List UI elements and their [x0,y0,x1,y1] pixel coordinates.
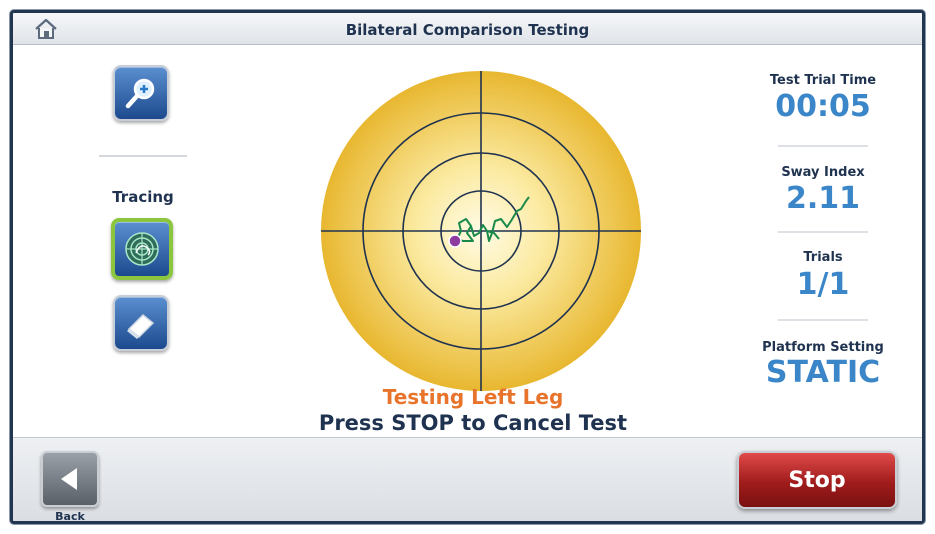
stop-button[interactable]: Stop [737,451,897,509]
back-arrow-icon [61,468,77,490]
erase-trace-button[interactable] [113,295,169,351]
bottom-bar: Back Stop [13,437,922,523]
stats-divider [778,145,868,147]
target-tracing-icon [125,232,159,266]
stats-divider [778,319,868,321]
app-window: Bilateral Comparison Testing Tracing Tes… [10,10,925,524]
page-title: Bilateral Comparison Testing [345,21,590,39]
trial-time-value: 00:05 [775,89,871,124]
sway-index-value: 2.11 [785,181,861,216]
platform-setting-value: STATIC [765,355,881,390]
trial-time-label: Test Trial Time [769,73,877,88]
title-bar: Bilateral Comparison Testing [13,13,922,45]
zoom-button[interactable] [113,65,169,121]
center-of-pressure-marker [448,234,462,248]
left-divider [99,155,187,157]
back-label: Back [55,510,85,523]
trials-label: Trials [803,250,843,265]
platform-setting-label: Platform Setting [762,340,884,355]
trials-value: 1/1 [796,267,850,302]
cancel-instruction: Press STOP to Cancel Test [318,411,628,435]
eraser-icon [127,313,155,339]
tracing-toggle-button[interactable] [111,218,173,280]
sway-index-label: Sway Index [781,165,865,180]
tracing-label: Tracing [112,188,174,206]
stats-divider [778,231,868,233]
sway-target [321,71,641,391]
magnifier-plus-icon [125,78,155,109]
testing-status: Testing Left Leg [382,385,564,409]
back-button[interactable] [41,451,99,507]
